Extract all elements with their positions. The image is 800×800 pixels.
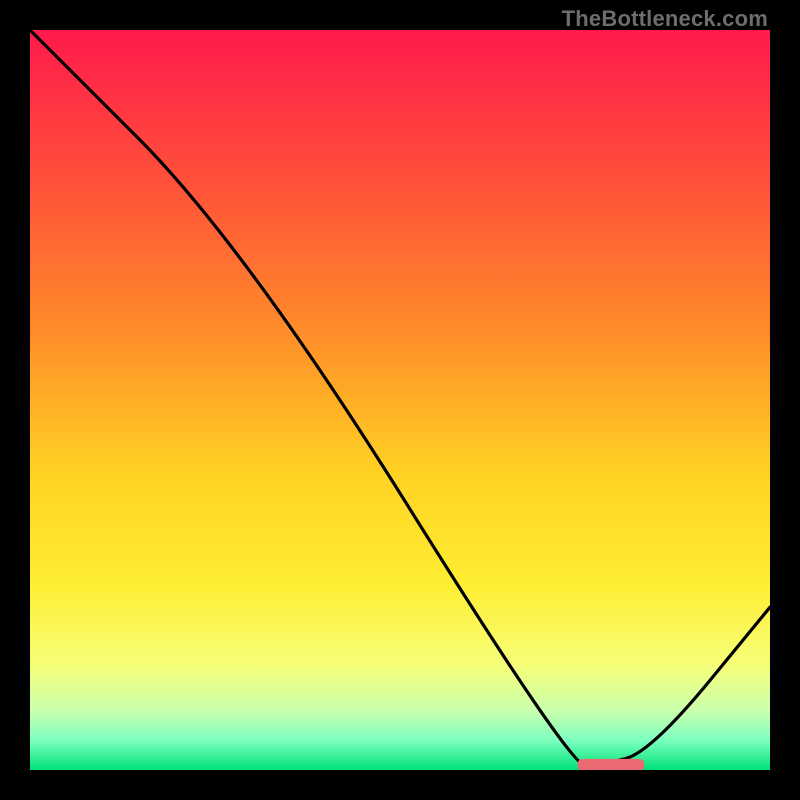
- optimum-marker: [578, 759, 645, 770]
- curve-layer: [30, 30, 770, 770]
- bottleneck-curve: [30, 30, 770, 766]
- plot-area: [30, 30, 770, 770]
- chart-frame: TheBottleneck.com: [0, 0, 800, 800]
- attribution-text: TheBottleneck.com: [562, 6, 768, 32]
